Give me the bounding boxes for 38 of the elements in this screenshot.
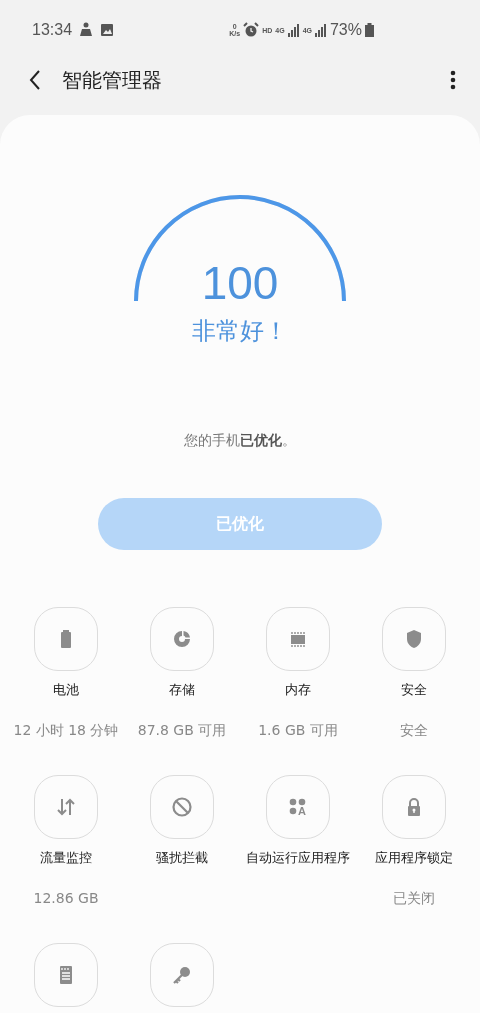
feature-button[interactable] [382,775,446,839]
feature-button[interactable] [150,775,214,839]
feature-label: 骚扰拦截 [156,849,208,867]
feature-value: 87.8 GB 可用 [137,722,227,740]
image-icon [100,23,115,37]
signal-icon [314,23,327,37]
feature-button[interactable] [150,607,214,671]
score-value: 100 [200,256,280,310]
battery-icon [365,23,374,37]
feature-button[interactable] [150,943,214,1007]
feature-label: 应用程序锁定 [375,849,453,867]
feature-value: 12.86 GB [33,890,99,906]
status-message: 您的手机已优化。 [184,432,296,450]
signal-icon [287,23,300,37]
feature-label: 存储 [169,681,195,699]
feature-value: 12 小时 18 分钟 [13,722,119,740]
alarm-icon [243,22,260,38]
feature-button[interactable] [34,943,98,1007]
feature-button[interactable] [34,607,98,671]
feature-label: 自动运行应用程序 [246,849,350,867]
clock-time: 13:34 [32,21,73,39]
feature-value: 1.6 GB 可用 [258,722,338,740]
feature-label: 电池 [53,681,79,699]
feature-value: 安全 [400,722,428,740]
feature-label: 安全 [401,681,427,699]
feature-button[interactable] [382,607,446,671]
screen-title: 智能管理器 [62,66,163,94]
block-icon [170,795,194,819]
feature-label: 内存 [285,681,311,699]
feature-value: 已关闭 [393,890,435,908]
feature-button[interactable] [266,607,330,671]
feature-label: 流量监控 [40,849,92,867]
figure-icon [79,22,94,38]
more-options-icon [450,70,456,90]
feature-button[interactable]: A [266,775,330,839]
battery-percent: 73% [329,21,362,39]
score-rating: 非常好！ [191,316,289,347]
feature-button[interactable] [34,775,98,839]
